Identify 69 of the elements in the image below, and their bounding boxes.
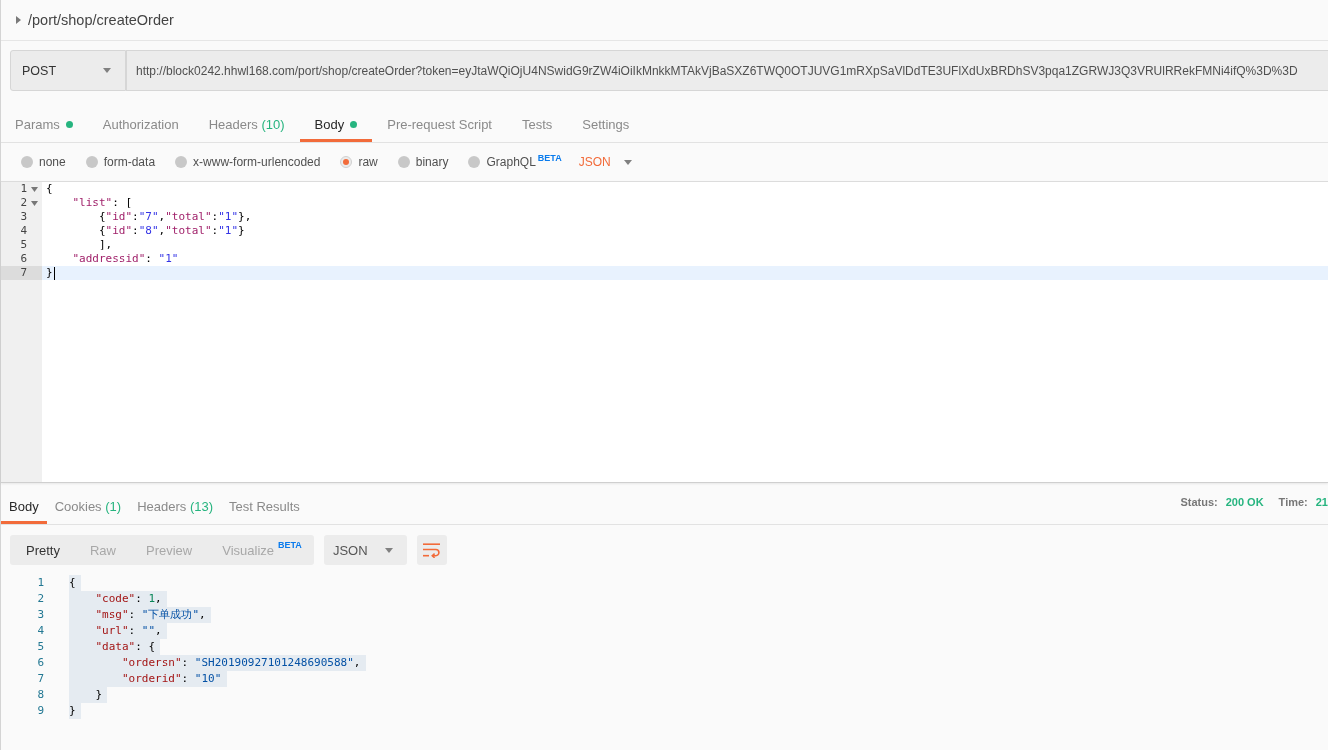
line-number: 9 [37, 703, 44, 719]
response-format-dropdown[interactable]: JSON [323, 535, 407, 565]
text-wrap-icon [423, 542, 441, 558]
request-title: /port/shop/createOrder [28, 12, 174, 28]
request-tab[interactable]: Headers (10) [193, 100, 300, 142]
response-tab[interactable]: Body [1, 483, 47, 524]
line-number: 2 [20, 196, 27, 210]
line-number: 4 [20, 224, 27, 238]
line-number: 3 [37, 607, 44, 623]
url-field[interactable]: http://block0242.hhwl168.com/port/shop/createOrder?token=eyJtaWQiOjU4NSwidG9rZW4iOiIkMnkkMTAkVjBaSXZ6TWQ0OTJUVG1mRXpSaVlDdTE3UFlXdUxBRDhSV3pqa1ZGRWJ3Q3VRUlRRekFMNi4ifQ%3D%3D [126, 50, 1328, 91]
line-number: 3 [20, 210, 27, 224]
view-mode-button[interactable]: Raw [74, 535, 131, 565]
code-line: "list": [ [72, 196, 133, 210]
triangle-right-icon[interactable] [16, 16, 21, 24]
code-line: } [46, 266, 53, 280]
beta-label: BETA [278, 540, 302, 550]
response-tab[interactable]: Cookies (1) [46, 483, 130, 524]
line-number: 2 [37, 591, 44, 607]
request-tab[interactable]: Params [1, 100, 88, 142]
request-tab[interactable]: Body [299, 100, 373, 142]
radio-icon[interactable] [397, 156, 410, 168]
line-number: 6 [20, 252, 27, 266]
fold-caret-icon[interactable] [31, 186, 38, 192]
code-line: "addressid": "1" [72, 252, 179, 266]
response-time: 21 [1315, 495, 1328, 508]
fold-caret-icon[interactable] [31, 200, 38, 206]
line-number: 8 [37, 687, 44, 703]
caret-icon [623, 159, 632, 165]
request-tab[interactable]: Tests [507, 100, 568, 142]
beta-label: BETA [537, 152, 562, 163]
response-tab[interactable]: Test Results [221, 483, 308, 524]
request-tab[interactable]: Authorization [87, 100, 194, 142]
code-line: { [46, 182, 53, 196]
response-tab[interactable]: Headers (13) [129, 483, 221, 524]
line-number: 7 [37, 671, 44, 687]
line-number: 1 [20, 182, 27, 196]
radio-icon[interactable] [468, 156, 481, 168]
code-line: {"id":"7","total":"1"}, [98, 210, 252, 224]
line-number: 5 [37, 639, 44, 655]
radio-icon[interactable] [85, 156, 98, 168]
request-tab[interactable]: Settings [567, 100, 645, 142]
view-mode-button[interactable]: Visualize [207, 535, 277, 565]
radio-icon[interactable] [21, 156, 33, 168]
caret-icon [384, 547, 393, 553]
format-dropdown[interactable]: JSON [578, 155, 632, 169]
radio-icon[interactable] [175, 156, 188, 168]
line-number: 1 [37, 575, 44, 591]
line-number: 7 [20, 266, 27, 280]
radio-option[interactable]: x-www-form-urlencoded [175, 155, 321, 169]
radio-option[interactable]: form-data [85, 155, 156, 169]
view-mode-button[interactable]: Pretty [11, 535, 75, 565]
line-number: 6 [37, 655, 44, 671]
radio-option[interactable]: binary [397, 155, 449, 169]
request-tab[interactable]: Pre-request Script [372, 100, 507, 142]
status-code: 200 OK [1225, 495, 1264, 508]
code-line: ], [98, 238, 113, 252]
code-line: {"id":"8","total":"1"} [98, 224, 245, 238]
line-number: 4 [37, 623, 44, 639]
status-label: Status: [1180, 495, 1218, 508]
method-dropdown[interactable]: POST [10, 50, 126, 91]
radio-option[interactable]: raw [340, 155, 378, 169]
radio-option[interactable]: none [21, 155, 66, 169]
caret-icon [103, 68, 111, 73]
time-label: Time: [1278, 495, 1308, 508]
view-mode-button[interactable]: Preview [131, 535, 208, 565]
radio-option[interactable]: GraphQL [468, 155, 536, 169]
wrap-button[interactable] [416, 535, 447, 565]
line-number: 5 [20, 238, 27, 252]
radio-icon[interactable] [340, 156, 353, 168]
